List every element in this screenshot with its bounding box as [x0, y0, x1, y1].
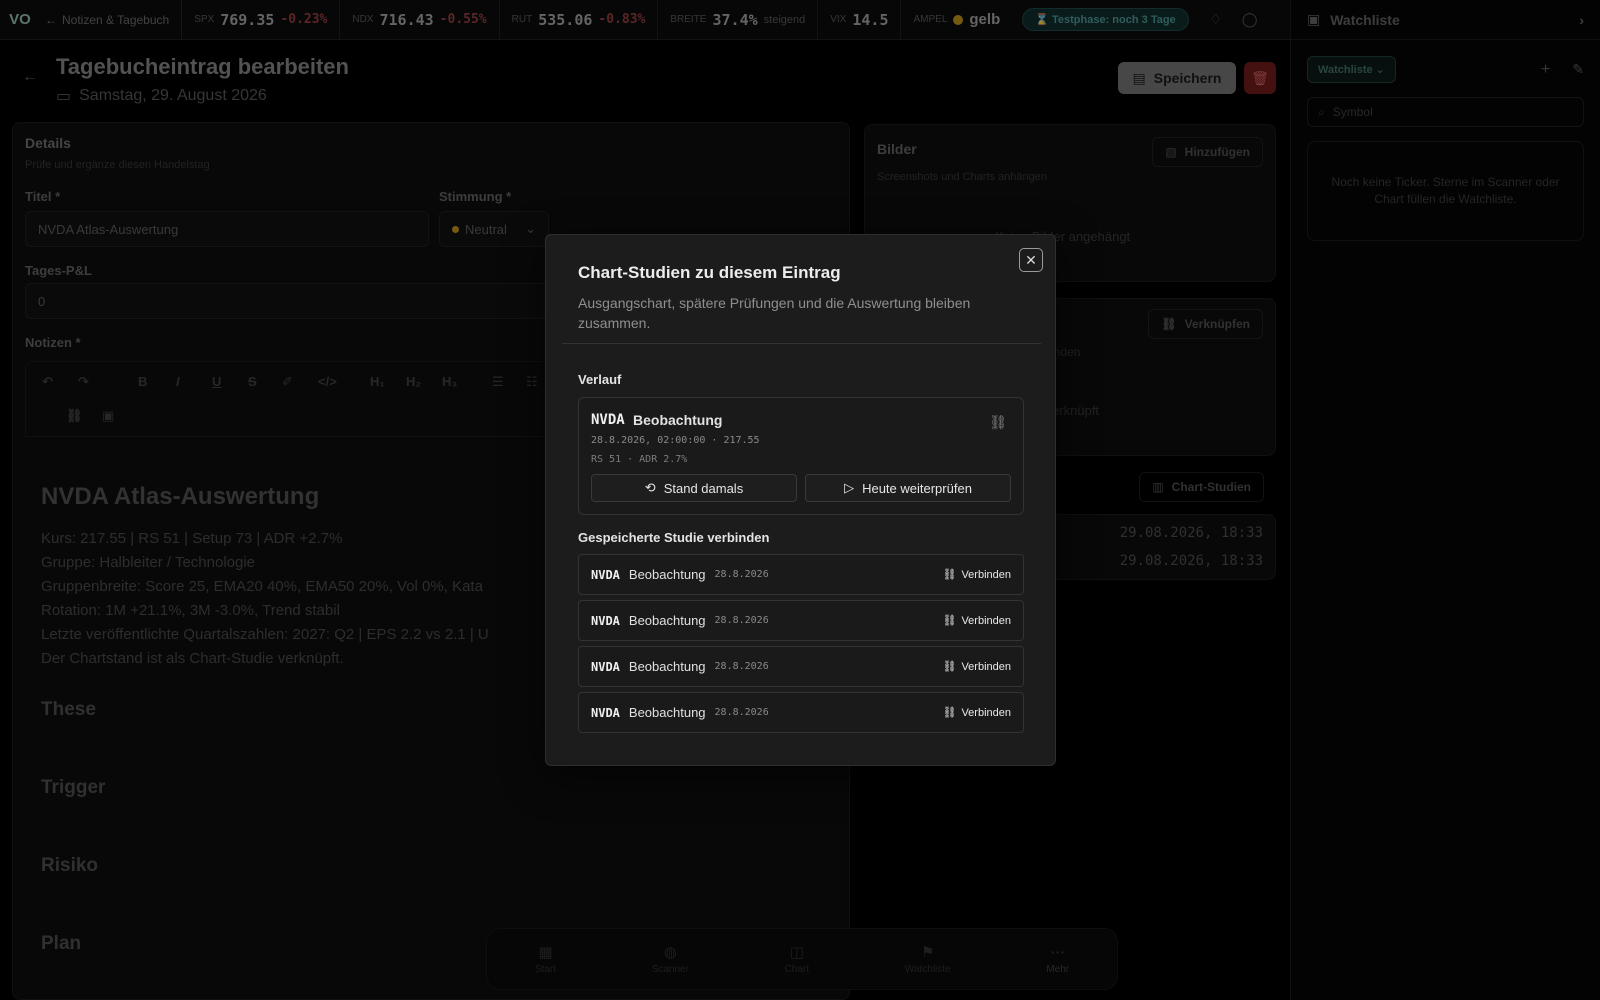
- history-meta-datetime: 28.8.2026, 02:00:00 · 217.55: [591, 435, 760, 446]
- dialog-divider: [562, 343, 1041, 344]
- link-icon: ⛓: [942, 661, 957, 673]
- close-icon: ✕: [1025, 251, 1037, 268]
- saved-study-row: NVDA Beobachtung 28.8.2026 ⛓ Verbinden: [578, 692, 1024, 733]
- saved-symbol: NVDA: [591, 613, 620, 628]
- saved-symbol: NVDA: [591, 567, 620, 582]
- link-icon: ⛓: [942, 707, 957, 719]
- chart-studies-dialog: ✕ Chart-Studien zu diesem Eintrag Ausgan…: [545, 234, 1056, 766]
- play-icon: ▷: [844, 480, 855, 495]
- connect-button[interactable]: ⛓ Verbinden: [942, 706, 1011, 720]
- saved-date: 28.8.2026: [714, 707, 769, 718]
- dialog-description: Ausgangschart, spätere Prüfungen und die…: [578, 295, 971, 331]
- connect-button[interactable]: ⛓ Verbinden: [942, 568, 1011, 582]
- saved-section-label: Gespeicherte Studie verbinden: [578, 530, 770, 545]
- saved-kind: Beobachtung: [628, 705, 706, 720]
- view-then-button[interactable]: ⟲ Stand damals: [591, 474, 797, 502]
- saved-kind: Beobachtung: [628, 659, 706, 674]
- saved-date: 28.8.2026: [714, 569, 769, 580]
- saved-date: 28.8.2026: [714, 615, 769, 626]
- close-button[interactable]: ✕: [1019, 248, 1043, 272]
- history-card: NVDA Beobachtung ⛓ 28.8.2026, 02:00:00 ·…: [578, 397, 1024, 515]
- saved-study-row: NVDA Beobachtung 28.8.2026 ⛓ Verbinden: [578, 646, 1024, 687]
- connect-button[interactable]: ⛓ Verbinden: [942, 660, 1011, 674]
- history-meta-stats: RS 51 · ADR 2.7%: [591, 454, 688, 465]
- review-today-button[interactable]: ▷ Heute weiterprüfen: [805, 474, 1011, 502]
- connect-label: Verbinden: [961, 706, 1011, 719]
- link-icon: ⛓: [942, 615, 957, 627]
- connect-label: Verbinden: [961, 568, 1011, 581]
- history-symbol: NVDA: [591, 412, 625, 428]
- saved-study-row: NVDA Beobachtung 28.8.2026 ⛓ Verbinden: [578, 554, 1024, 595]
- history-section-label: Verlauf: [578, 372, 622, 387]
- history-icon: ⟲: [644, 480, 656, 495]
- link-icon: ⛓: [942, 569, 957, 581]
- connect-label: Verbinden: [961, 614, 1011, 627]
- history-kind: Beobachtung: [633, 412, 723, 428]
- view-then-label: Stand damals: [663, 480, 744, 496]
- saved-study-row: NVDA Beobachtung 28.8.2026 ⛓ Verbinden: [578, 600, 1024, 641]
- dialog-title: Chart-Studien zu diesem Eintrag: [578, 263, 841, 282]
- saved-kind: Beobachtung: [628, 567, 706, 582]
- saved-date: 28.8.2026: [714, 661, 769, 672]
- connect-label: Verbinden: [961, 660, 1011, 673]
- review-today-label: Heute weiterprüfen: [862, 480, 972, 496]
- saved-symbol: NVDA: [591, 705, 620, 720]
- unlink-icon[interactable]: ⛓: [989, 414, 1007, 431]
- saved-kind: Beobachtung: [628, 613, 706, 628]
- connect-button[interactable]: ⛓ Verbinden: [942, 614, 1011, 628]
- saved-symbol: NVDA: [591, 659, 620, 674]
